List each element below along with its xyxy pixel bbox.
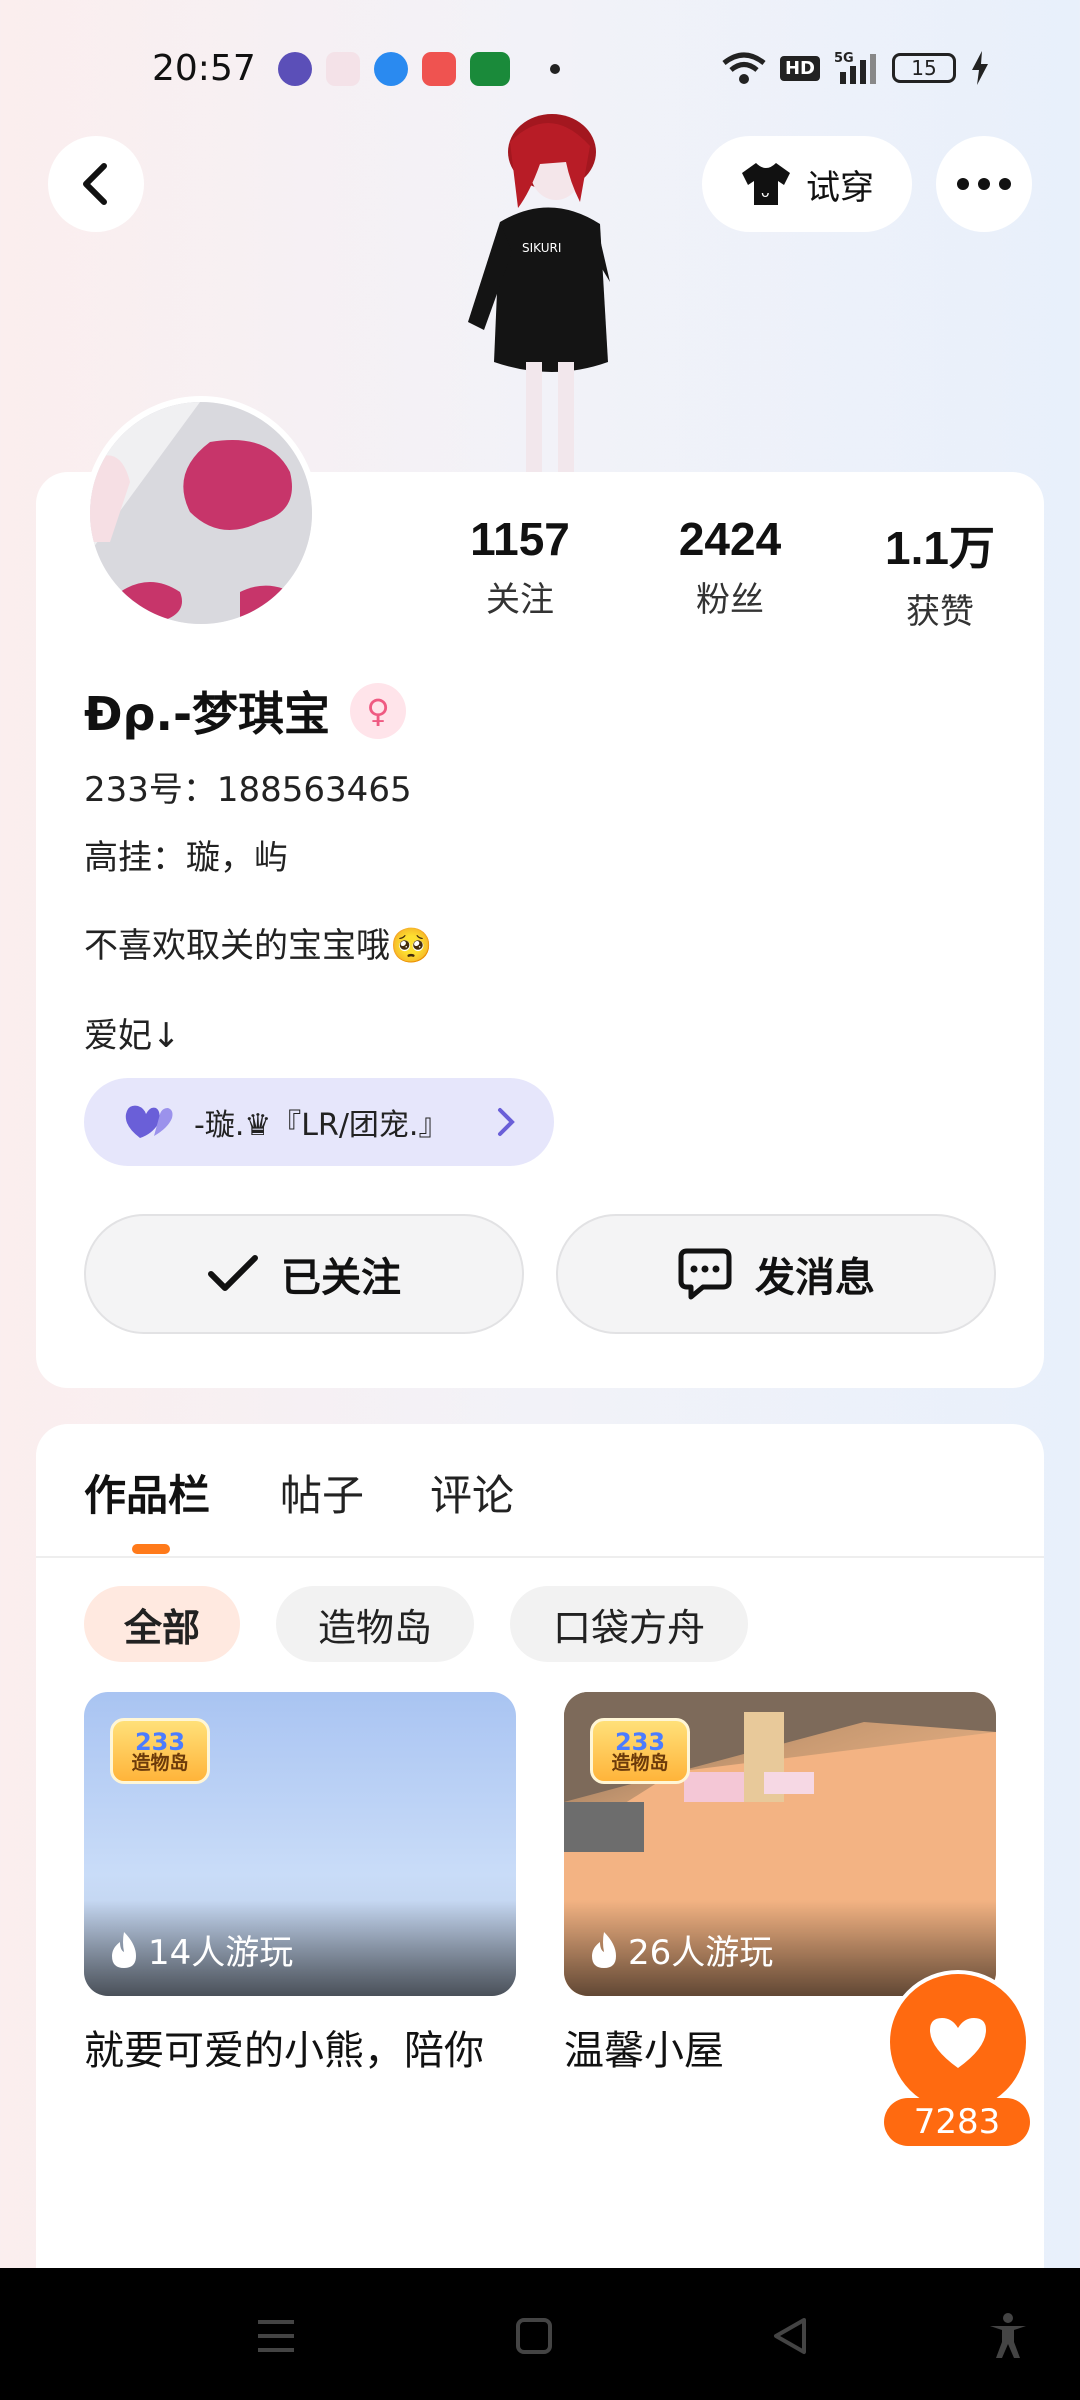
accessibility-icon	[990, 2313, 1026, 2358]
try-on-button[interactable]: ᴗ 试穿	[702, 136, 912, 232]
svg-text:5G: 5G	[834, 51, 854, 66]
flame-icon	[592, 1931, 616, 1968]
tshirt-icon: ᴗ	[742, 163, 790, 205]
work-thumbnail: 233 造物岛 14人游玩	[84, 1692, 516, 1996]
island-badge-icon: 233 造物岛	[110, 1718, 210, 1784]
badge-number: 233	[614, 1727, 666, 1756]
tab-posts[interactable]: 帖子	[280, 1462, 364, 1523]
flame-icon	[112, 1931, 136, 1968]
stat-value: 2424	[678, 513, 782, 565]
svg-text:SIKURI: SIKURI	[522, 241, 561, 255]
badge-text: 造物岛	[131, 1751, 189, 1774]
work-title: 就要可爱的小熊，陪你	[84, 2028, 484, 2074]
tab-works[interactable]: 作品栏	[84, 1462, 210, 1523]
badge-number: 233	[134, 1727, 186, 1756]
app-notification-icon	[470, 52, 510, 86]
battery-icon: 15	[892, 53, 956, 83]
svg-text:ᴗ: ᴗ	[761, 185, 770, 201]
stat-value: 1157	[470, 513, 570, 565]
bio-text: 不喜欢取关的宝宝哦🥺	[84, 926, 433, 966]
stat-label: 获赞	[906, 592, 974, 632]
try-on-label: 试穿	[806, 167, 874, 208]
stat-following[interactable]: 1157 关注	[440, 512, 600, 633]
tabs-divider	[36, 1556, 1044, 1558]
island-badge-icon: 233 造物岛	[590, 1718, 690, 1784]
nav-accessibility-button[interactable]	[980, 2308, 1036, 2364]
nav-menu-button[interactable]	[248, 2308, 304, 2364]
triangle-back-icon	[774, 2318, 806, 2354]
nav-home-button[interactable]	[506, 2308, 562, 2364]
send-message-label: 发消息	[755, 1255, 875, 1301]
filter-chip-creation-island[interactable]: 造物岛	[276, 1586, 474, 1662]
play-count: 26人游玩	[588, 1925, 773, 1974]
love-line: 爱妃↓	[84, 1016, 181, 1056]
check-icon	[208, 1255, 258, 1291]
like-button[interactable]	[886, 1970, 1030, 2114]
back-button[interactable]	[48, 136, 144, 232]
more-options-button[interactable]	[936, 136, 1032, 232]
menu-icon	[258, 2320, 294, 2352]
like-count: 7283	[884, 2098, 1030, 2146]
avatar[interactable]	[84, 396, 318, 630]
work-card[interactable]: 233 造物岛 14人游玩 就要可爱的小熊，陪你	[84, 1692, 516, 2076]
fan-group-tag[interactable]: -璇.♛『LR/团宠.』	[84, 1078, 554, 1166]
character-avatar-image[interactable]: SIKURI	[440, 112, 640, 472]
stat-value: 1.1万	[885, 522, 995, 574]
heart-icon	[930, 2018, 986, 2068]
fan-tag-label: -璇.♛『LR/团宠.』	[194, 1108, 449, 1143]
hd-icon: HD	[779, 55, 820, 81]
more-notifications-dot-icon	[550, 64, 560, 74]
chevron-left-icon	[83, 163, 107, 205]
nickname: Ɖρ.-梦琪宝	[84, 687, 331, 741]
chevron-right-icon	[498, 1108, 515, 1136]
stat-likes[interactable]: 1.1万 获赞	[860, 512, 1020, 633]
heart-pair-icon	[125, 1105, 173, 1138]
filter-chip-all[interactable]: 全部	[84, 1586, 240, 1662]
tab-indicator	[132, 1544, 170, 1554]
more-dots-icon	[957, 178, 1011, 190]
filter-chip-pocket-ark[interactable]: 口袋方舟	[510, 1586, 748, 1662]
chat-bubble-icon	[678, 1248, 732, 1300]
badge-text: 造物岛	[611, 1751, 669, 1774]
user-id: 233号：188563465	[84, 770, 412, 810]
stat-label: 粉丝	[696, 580, 764, 620]
play-count-label: 26人游玩	[628, 1933, 774, 1973]
hang-line: 高挂：璇，屿	[84, 838, 288, 878]
stat-label: 关注	[486, 580, 554, 620]
signal-icon: 5G	[834, 51, 876, 84]
tab-comments[interactable]: 评论	[430, 1462, 514, 1523]
charging-icon	[972, 51, 988, 85]
app-notification-icon	[374, 52, 408, 86]
status-app-icons	[278, 52, 560, 86]
app-notification-icon	[278, 52, 312, 86]
status-indicators: HD 5G 15	[722, 50, 990, 86]
app-notification-icon	[422, 52, 456, 86]
system-nav-bar	[0, 2268, 1080, 2400]
app-notification-icon	[326, 52, 360, 86]
play-count: 14人游玩	[108, 1925, 293, 1974]
female-gender-icon: ♀	[350, 683, 407, 739]
send-message-button[interactable]: 发消息	[556, 1214, 996, 1334]
nickname-row: Ɖρ.-梦琪宝 ♀	[84, 678, 407, 744]
work-thumbnail: 233 造物岛 26人游玩	[564, 1692, 996, 1996]
square-icon	[516, 2318, 552, 2354]
avatar-image	[90, 402, 312, 624]
stat-fans[interactable]: 2424 粉丝	[650, 512, 810, 633]
status-time: 20:57	[152, 48, 256, 89]
followed-label: 已关注	[281, 1255, 401, 1301]
followed-button[interactable]: 已关注	[84, 1214, 524, 1334]
play-count-label: 14人游玩	[148, 1933, 294, 1973]
nav-back-button[interactable]	[762, 2308, 818, 2364]
wifi-icon	[722, 52, 766, 84]
profile-stats: 1157 关注 2424 粉丝 1.1万 获赞	[440, 512, 1020, 633]
